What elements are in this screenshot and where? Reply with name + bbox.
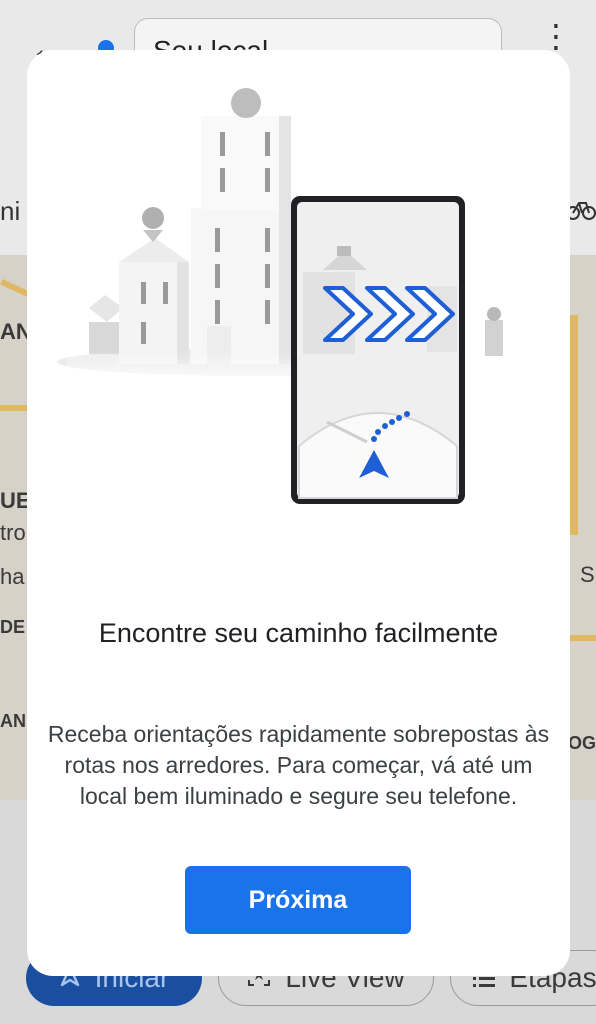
live-view-intro-dialog: Encontre seu caminho facilmente Receba o… [27, 50, 570, 976]
map-label: UE [0, 488, 31, 513]
dialog-body: Receba orientações rapidamente sobrepost… [47, 721, 550, 809]
map-label: S [580, 562, 595, 587]
map-label: AN [0, 711, 26, 731]
dialog-title: Encontre seu caminho facilmente [98, 618, 499, 649]
bike-icon[interactable] [566, 196, 596, 227]
more-options-icon[interactable]: ⋮ [540, 20, 572, 52]
ar-navigation-illustration [57, 88, 547, 504]
map-label: tro [0, 520, 26, 545]
travel-mode-fragment[interactable]: ni [0, 196, 20, 227]
next-button[interactable]: Próxima [185, 866, 411, 934]
map-label: DE [0, 617, 26, 637]
map-label: OG [568, 733, 596, 753]
map-label: ha [0, 564, 25, 589]
